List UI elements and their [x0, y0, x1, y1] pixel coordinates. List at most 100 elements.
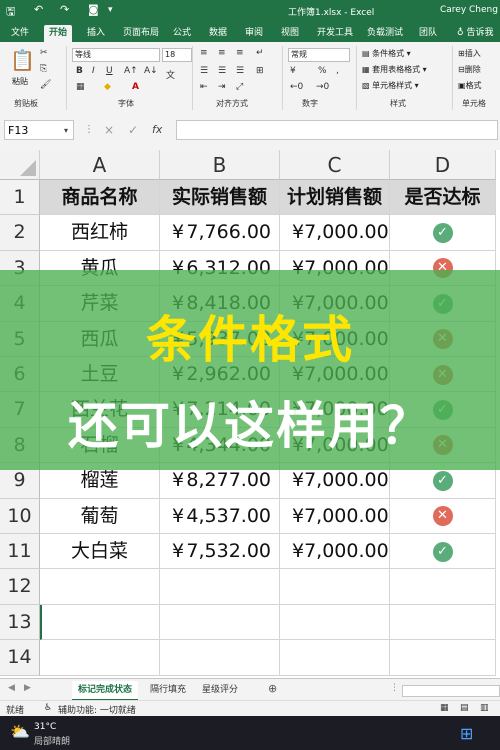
user-name[interactable]: Carey Cheng: [440, 5, 498, 15]
accessibility-status[interactable]: 辅助功能: 一切就绪: [58, 703, 136, 716]
actual-sales-cell[interactable]: ¥4,537.00: [160, 498, 280, 534]
camera-icon[interactable]: ◙: [88, 3, 99, 16]
planned-sales-cell[interactable]: ¥7,000.00: [280, 534, 390, 570]
table-cell[interactable]: [40, 569, 160, 605]
merge-center-icon[interactable]: ⊞: [256, 66, 264, 76]
row-header[interactable]: 11: [0, 534, 40, 570]
table-cell[interactable]: [160, 569, 280, 605]
product-name-cell[interactable]: 西红柿: [40, 215, 160, 251]
horizontal-scrollbar[interactable]: [402, 685, 500, 697]
table-cell[interactable]: [40, 604, 160, 641]
enter-icon[interactable]: ✓: [128, 123, 138, 137]
fill-color-icon[interactable]: ◆: [104, 82, 111, 92]
align-top-icon[interactable]: ≡: [200, 48, 208, 58]
tab-insert[interactable]: 插入: [82, 25, 110, 42]
prev-sheet-icon[interactable]: ◀: [8, 683, 15, 693]
scroll-options-icon[interactable]: ⋮: [390, 683, 399, 693]
table-cell[interactable]: [280, 640, 390, 676]
table-cell[interactable]: [40, 640, 160, 676]
cell-styles-button[interactable]: ▧ 单元格样式 ▾: [362, 80, 419, 91]
table-cell[interactable]: [280, 569, 390, 605]
next-sheet-icon[interactable]: ▶: [24, 683, 31, 693]
save-icon[interactable]: 🖫: [6, 3, 15, 22]
indent-increase-icon[interactable]: ⇥: [218, 82, 226, 92]
insert-cells-button[interactable]: ⊞插入: [458, 48, 481, 59]
delete-cells-button[interactable]: ⊟删除: [458, 64, 481, 75]
tab-file[interactable]: 文件: [6, 25, 34, 42]
tab-home[interactable]: 开始: [44, 25, 73, 42]
cut-icon[interactable]: ✂: [40, 48, 48, 58]
font-color-icon[interactable]: A: [132, 82, 139, 92]
row-header[interactable]: 13: [0, 604, 40, 641]
table-cell[interactable]: [390, 569, 496, 605]
align-left-icon[interactable]: ☰: [200, 66, 208, 76]
row-header[interactable]: 1: [0, 180, 40, 216]
tab-review[interactable]: 审阅: [240, 25, 268, 42]
status-cell[interactable]: ✕: [390, 498, 496, 534]
underline-icon[interactable]: U: [106, 66, 113, 76]
percent-icon[interactable]: %: [318, 66, 327, 76]
tab-developer[interactable]: 开发工具: [312, 25, 358, 42]
customize-qat-icon[interactable]: ▾: [108, 5, 113, 15]
status-cell[interactable]: ✓: [390, 215, 496, 251]
product-name-cell[interactable]: 大白菜: [40, 534, 160, 570]
normal-view-icon[interactable]: ▦: [440, 703, 449, 713]
font-name-select[interactable]: 等线: [72, 48, 160, 62]
actual-sales-cell[interactable]: ¥7,532.00: [160, 534, 280, 570]
currency-format-icon[interactable]: ¥: [290, 66, 296, 76]
align-bottom-icon[interactable]: ≡: [236, 48, 244, 58]
windows-start-icon[interactable]: ⊞: [460, 724, 473, 743]
planned-sales-cell[interactable]: ¥7,000.00: [280, 498, 390, 534]
tab-load-test[interactable]: 负载测试: [362, 25, 408, 42]
row-header[interactable]: 14: [0, 640, 40, 676]
italic-icon[interactable]: I: [92, 66, 95, 76]
tab-formulas[interactable]: 公式: [168, 25, 196, 42]
undo-icon[interactable]: ↶: [34, 3, 43, 16]
table-cell[interactable]: [280, 604, 390, 641]
format-painter-icon[interactable]: 🖌: [40, 80, 51, 90]
sheet-tab-star-rating[interactable]: 星级评分: [196, 681, 244, 699]
weather-icon[interactable]: ⛅: [10, 722, 30, 741]
conditional-formatting-button[interactable]: ▤ 条件格式 ▾: [362, 48, 411, 59]
actual-sales-cell[interactable]: ¥7,766.00: [160, 215, 280, 251]
paste-icon[interactable]: 📋: [10, 48, 35, 72]
page-layout-view-icon[interactable]: ▤: [460, 703, 469, 713]
column-header-d[interactable]: D: [390, 150, 496, 180]
table-cell[interactable]: [160, 640, 280, 676]
number-format-select[interactable]: 常规: [288, 48, 350, 62]
header-cell[interactable]: 实际销售额: [160, 180, 280, 216]
row-header[interactable]: 12: [0, 569, 40, 605]
select-all-corner[interactable]: [0, 150, 40, 180]
status-cell[interactable]: ✓: [390, 534, 496, 570]
row-header[interactable]: 10: [0, 498, 40, 534]
tab-view[interactable]: 视图: [276, 25, 304, 42]
tab-page-layout[interactable]: 页面布局: [118, 25, 164, 42]
increase-decimal-icon[interactable]: ←0: [290, 82, 303, 92]
comma-style-icon[interactable]: ,: [336, 66, 339, 76]
header-cell[interactable]: 是否达标: [390, 180, 496, 216]
column-header-a[interactable]: A: [40, 150, 160, 180]
tell-me-search[interactable]: ♁ 告诉我: [452, 25, 498, 42]
align-middle-icon[interactable]: ≡: [218, 48, 226, 58]
accessibility-icon[interactable]: ♿: [44, 703, 52, 713]
planned-sales-cell[interactable]: ¥7,000.00: [280, 215, 390, 251]
table-cell[interactable]: [390, 640, 496, 676]
name-box-dropdown-icon[interactable]: ▾: [64, 126, 68, 135]
cancel-icon[interactable]: ×: [104, 123, 114, 137]
wrap-text-icon[interactable]: ↵: [256, 48, 264, 58]
column-header-b[interactable]: B: [160, 150, 280, 180]
page-break-view-icon[interactable]: ▥: [480, 703, 489, 713]
formula-input[interactable]: [176, 120, 498, 140]
decrease-decimal-icon[interactable]: →0: [316, 82, 329, 92]
phonetic-icon[interactable]: 文: [166, 68, 175, 81]
tab-data[interactable]: 数据: [204, 25, 232, 42]
product-name-cell[interactable]: 葡萄: [40, 498, 160, 534]
sheet-tab-row-fill[interactable]: 隔行填充: [144, 681, 192, 699]
font-size-select[interactable]: 18: [162, 48, 192, 62]
paste-button-label[interactable]: 粘贴: [12, 76, 28, 87]
column-header-c[interactable]: C: [280, 150, 390, 180]
formula-bar-handle-icon[interactable]: ⋮: [84, 124, 94, 135]
indent-decrease-icon[interactable]: ⇤: [200, 82, 208, 92]
bold-icon[interactable]: B: [76, 66, 83, 76]
format-cells-button[interactable]: ▣格式: [458, 80, 482, 91]
